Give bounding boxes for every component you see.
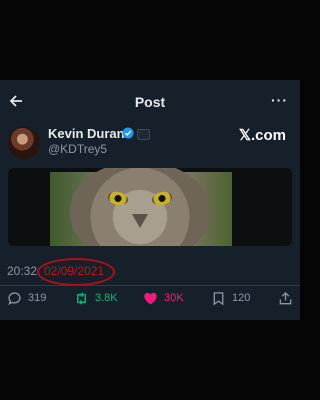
like-count: 30K <box>164 292 184 304</box>
like-button[interactable]: 30K <box>143 289 184 307</box>
avatar[interactable] <box>8 127 40 159</box>
repost-count: 3.8K <box>95 292 118 304</box>
reply-count: 319 <box>28 292 47 304</box>
share-icon <box>279 291 292 304</box>
verified-badge-icon <box>122 127 134 139</box>
reply-button[interactable]: 319 <box>7 289 46 307</box>
divider <box>0 285 300 286</box>
more-options-icon[interactable]: ··· <box>271 92 288 108</box>
author-handle[interactable]: @KDTrey5 <box>48 142 107 156</box>
share-button[interactable] <box>278 289 293 307</box>
owl-beak <box>132 214 148 228</box>
bookmark-count: 120 <box>232 292 251 304</box>
repost-button[interactable]: 3.8K <box>74 289 118 307</box>
bookmark-button[interactable]: 120 <box>211 289 250 307</box>
heart-icon <box>144 292 157 304</box>
page-title: Post <box>134 94 166 110</box>
date-highlight-circle <box>37 258 115 286</box>
post-image[interactable] <box>8 168 292 246</box>
tweet-screen: Post ··· Kevin Durant @KDTrey5 𝕏.com 20:… <box>0 80 300 320</box>
author-name[interactable]: Kevin Durant <box>48 126 129 141</box>
post-time: 20:32 <box>7 264 38 278</box>
bookmark-icon <box>213 291 224 305</box>
repost-icon <box>77 291 86 305</box>
owl-eye-right <box>150 190 174 207</box>
reply-icon <box>8 291 21 305</box>
affiliate-badge-icon <box>137 129 150 140</box>
owl-eye-left <box>106 190 130 207</box>
top-bar: Post ··· <box>0 80 300 124</box>
x-logo-watermark: 𝕏.com <box>238 127 286 144</box>
owl-image <box>50 168 232 246</box>
owl-face <box>70 168 210 246</box>
